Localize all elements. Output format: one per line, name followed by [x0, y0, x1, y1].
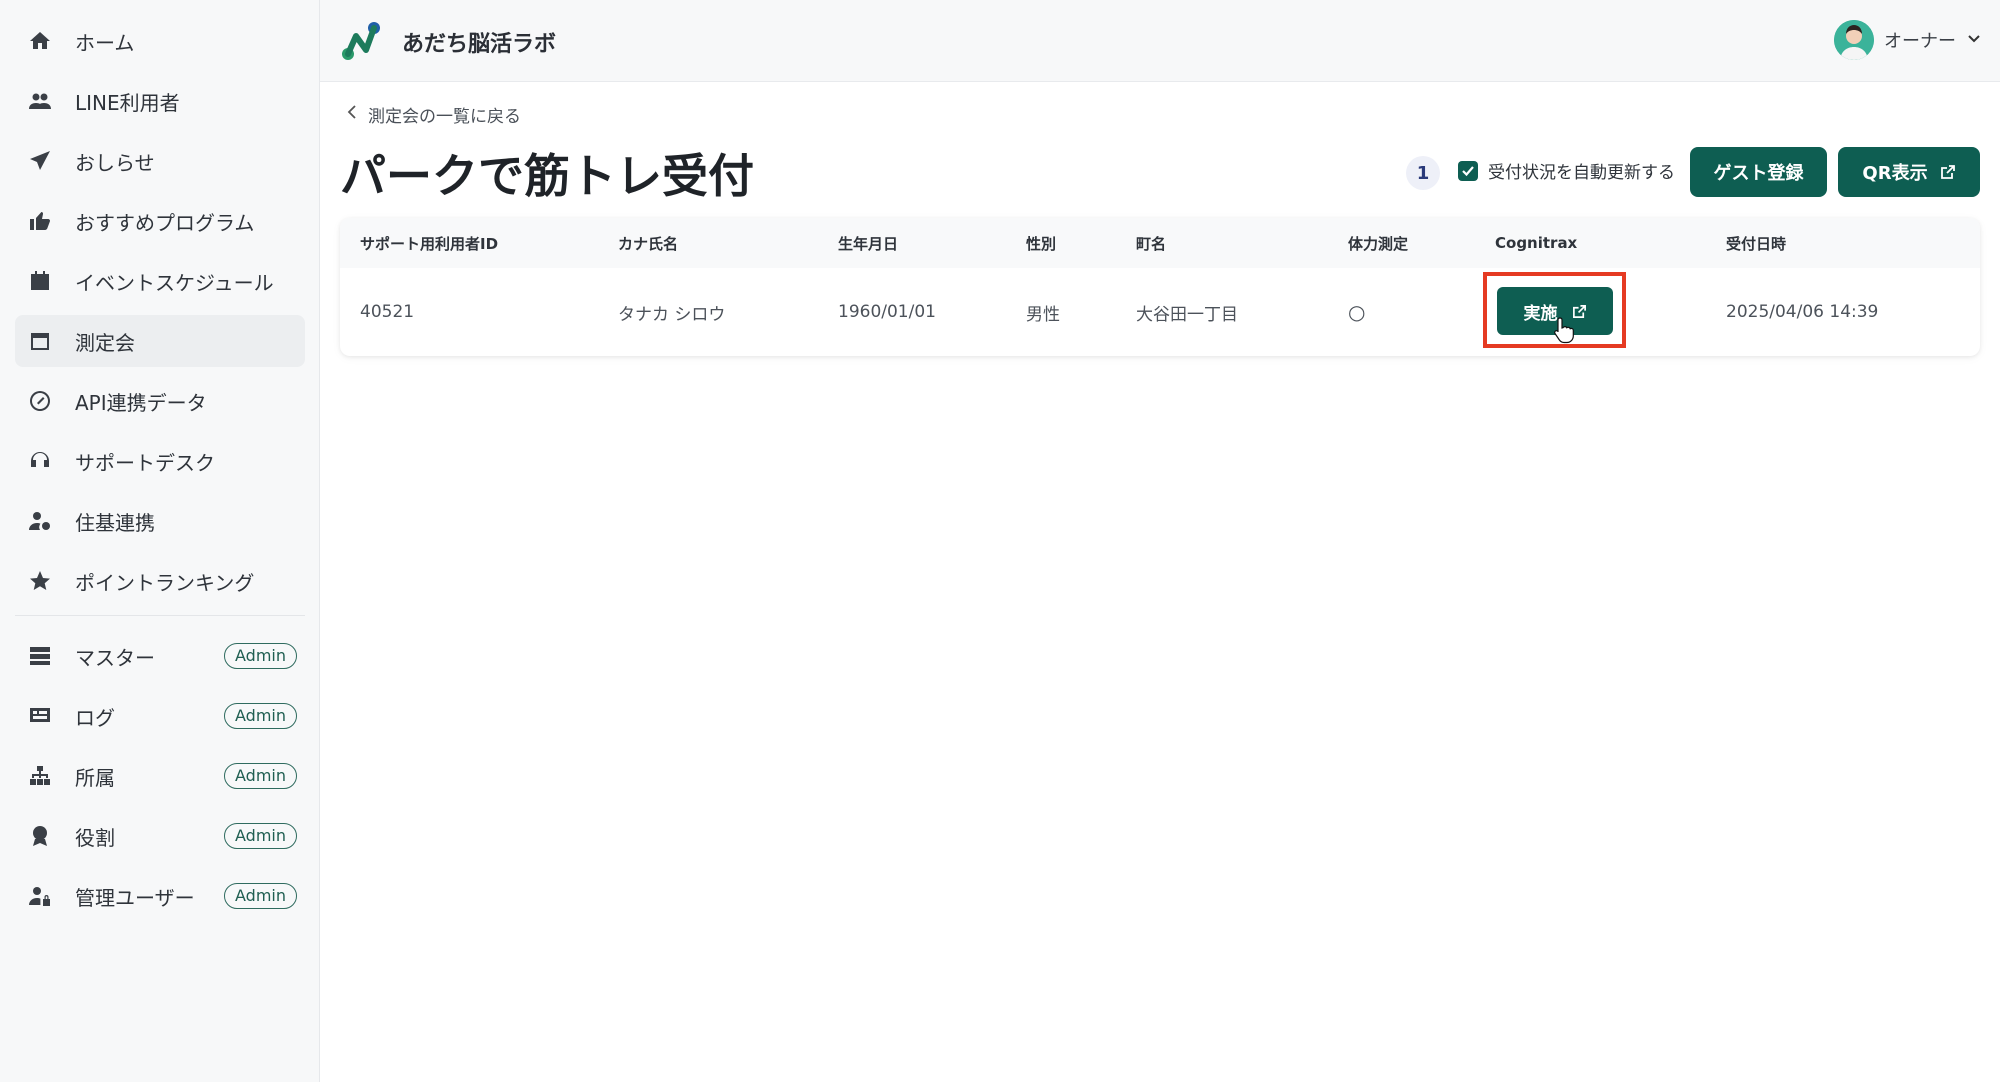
- avatar: [1834, 20, 1874, 60]
- check-icon: [1462, 165, 1474, 176]
- guest-register-label: ゲスト登録: [1713, 163, 1804, 184]
- user-name: オーナー: [1884, 31, 1956, 52]
- sidebar-item-label: サポートデスク: [75, 450, 215, 475]
- qr-display-label: QR表示: [1862, 163, 1928, 184]
- page-title: パークで筋トレ受付: [340, 149, 754, 203]
- col-town: 町名: [1136, 234, 1167, 253]
- user-cog-icon: [25, 506, 55, 536]
- sidebar-item-point-ranking[interactable]: ポイントランキング: [15, 555, 305, 607]
- user-menu[interactable]: オーナー: [1834, 20, 1982, 60]
- sidebar: ホーム LINE利用者 おしらせ おすすめプログラム イベントスケジュール 測定…: [0, 0, 320, 1082]
- sidebar-item-label: API連携データ: [75, 390, 207, 415]
- cell-birthdate: 1960/01/01: [838, 302, 936, 322]
- sidebar-item-label: おしらせ: [75, 150, 155, 175]
- sidebar-item-resident-link[interactable]: 住基連携: [15, 495, 305, 547]
- thumbs-up-icon: [25, 206, 55, 236]
- sidebar-item-label: 測定会: [75, 330, 135, 355]
- cell-fitness-status: ○: [1348, 300, 1366, 324]
- user-lock-icon: [25, 881, 55, 911]
- col-birthdate: 生年月日: [838, 234, 899, 253]
- cell-gender: 男性: [1026, 304, 1060, 325]
- table-header: サポート用利用者ID カナ氏名 生年月日 性別 町名 体力測定 Cognitra…: [340, 218, 1980, 268]
- sidebar-item-affiliation[interactable]: 所属 Admin: [15, 750, 305, 802]
- sidebar-divider: [15, 615, 305, 616]
- database-icon: [25, 641, 55, 671]
- sidebar-item-master[interactable]: マスター Admin: [15, 630, 305, 682]
- count-badge: 1: [1406, 156, 1440, 190]
- sidebar-item-log[interactable]: ログ Admin: [15, 690, 305, 742]
- chevron-down-icon: [1966, 30, 1982, 51]
- sidebar-item-label: 役割: [75, 825, 115, 850]
- sidebar-item-line-users[interactable]: LINE利用者: [15, 75, 305, 127]
- back-link-label: 測定会の一覧に戻る: [368, 107, 521, 127]
- star-icon: [25, 566, 55, 596]
- sidebar-item-label: おすすめプログラム: [75, 210, 255, 235]
- qr-display-button[interactable]: QR表示: [1838, 147, 1980, 197]
- table-row: 40521 タナカ シロウ 1960/01/01 男性 大谷田一丁目 ○ 202…: [340, 268, 1980, 356]
- award-icon: [25, 821, 55, 851]
- auto-update-label: 受付状況を自動更新する: [1488, 163, 1675, 183]
- sidebar-item-notices[interactable]: おしらせ: [15, 135, 305, 187]
- col-received-at: 受付日時: [1726, 234, 1787, 253]
- sidebar-item-measurement[interactable]: 測定会: [15, 315, 305, 367]
- auto-update-toggle[interactable]: 受付状況を自動更新する: [1458, 158, 1675, 183]
- chevron-left-icon: [346, 104, 358, 125]
- headset-icon: [25, 446, 55, 476]
- guest-register-button[interactable]: ゲスト登録: [1690, 147, 1827, 197]
- col-fitness: 体力測定: [1348, 234, 1409, 253]
- auto-update-checkbox[interactable]: [1458, 160, 1478, 181]
- admin-badge: Admin: [224, 703, 297, 729]
- col-gender: 性別: [1026, 234, 1057, 253]
- cell-kana-name: タナカ シロウ: [618, 304, 726, 325]
- external-link-icon: [1940, 165, 1955, 179]
- sidebar-item-label: ログ: [75, 705, 115, 730]
- sidebar-item-support-desk[interactable]: サポートデスク: [15, 435, 305, 487]
- sidebar-item-label: LINE利用者: [75, 90, 180, 115]
- sidebar-item-label: 住基連携: [75, 510, 155, 535]
- org-chart-icon: [25, 761, 55, 791]
- col-cognitrax: Cognitrax: [1495, 234, 1578, 252]
- sidebar-item-label: ポイントランキング: [75, 570, 255, 595]
- sidebar-item-label: マスター: [75, 645, 155, 670]
- sidebar-item-api-data[interactable]: API連携データ: [15, 375, 305, 427]
- top-header: あだち脳活ラボ オーナー: [320, 0, 2000, 82]
- admin-badge: Admin: [224, 823, 297, 849]
- sidebar-item-role[interactable]: 役割 Admin: [15, 810, 305, 862]
- back-link[interactable]: 測定会の一覧に戻る: [346, 102, 521, 127]
- hand-cursor-icon: [1554, 317, 1574, 344]
- reception-table: サポート用利用者ID カナ氏名 生年月日 性別 町名 体力測定 Cognitra…: [340, 218, 1980, 356]
- cell-support-id: 40521: [360, 302, 415, 322]
- sidebar-item-event-schedule[interactable]: イベントスケジュール: [15, 255, 305, 307]
- sidebar-item-label: イベントスケジュール: [75, 270, 274, 295]
- col-support-id: サポート用利用者ID: [360, 234, 499, 253]
- sidebar-nav: ホーム LINE利用者 おしらせ おすすめプログラム イベントスケジュール 測定…: [15, 15, 305, 930]
- cell-received-at: 2025/04/06 14:39: [1726, 302, 1879, 322]
- home-icon: [25, 26, 55, 56]
- sidebar-item-home[interactable]: ホーム: [15, 15, 305, 67]
- cell-town: 大谷田一丁目: [1136, 304, 1238, 325]
- admin-badge: Admin: [224, 763, 297, 789]
- send-icon: [25, 146, 55, 176]
- admin-badge: Admin: [224, 643, 297, 669]
- brand-logo-icon[interactable]: [340, 20, 384, 64]
- col-kana-name: カナ氏名: [618, 234, 679, 253]
- admin-badge: Admin: [224, 883, 297, 909]
- calendar-outline-icon: [25, 326, 55, 356]
- calendar-icon: [25, 266, 55, 296]
- sidebar-item-label: ホーム: [75, 30, 135, 55]
- users-icon: [25, 86, 55, 116]
- sidebar-item-label: 管理ユーザー: [75, 885, 195, 910]
- sidebar-item-programs[interactable]: おすすめプログラム: [15, 195, 305, 247]
- brand-name: あだち脳活ラボ: [402, 32, 557, 57]
- log-icon: [25, 701, 55, 731]
- sidebar-item-label: 所属: [75, 765, 115, 790]
- sidebar-item-admin-users[interactable]: 管理ユーザー Admin: [15, 870, 305, 922]
- api-icon: [25, 386, 55, 416]
